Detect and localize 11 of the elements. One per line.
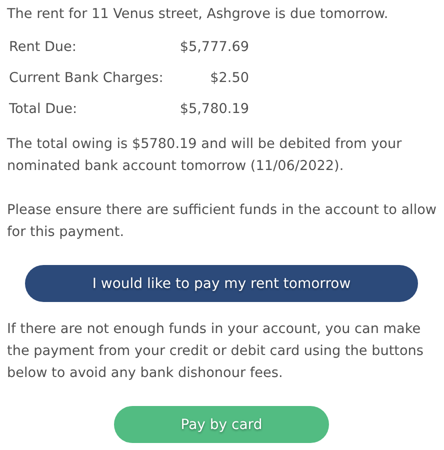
- charge-label: Current Bank Charges:: [9, 69, 164, 88]
- charge-amount: $5,777.69: [178, 38, 249, 57]
- charge-label: Rent Due:: [9, 38, 78, 57]
- card-note: If there are not enough funds in your account, you can make the payment from your credit or debit card using the buttons below to avoid any bank dishonour fees.: [7, 320, 425, 383]
- intro-text: The rent for 11 Venus street, Ashgrove is due tomorrow.: [7, 5, 388, 24]
- debit-note: The total owing is $5780.19 and will be debited from your nominated bank account tomorrow (11/06/2022).: [7, 135, 403, 176]
- charge-amount: $5,780.19: [178, 100, 249, 119]
- funds-note: Please ensure there are sufficient funds in the account to allow for this payment.: [7, 201, 438, 242]
- pay-tomorrow-button[interactable]: I would like to pay my rent tomorrow: [25, 265, 418, 302]
- charge-amount: $2.50: [209, 69, 249, 88]
- charge-label: Total Due:: [9, 100, 78, 119]
